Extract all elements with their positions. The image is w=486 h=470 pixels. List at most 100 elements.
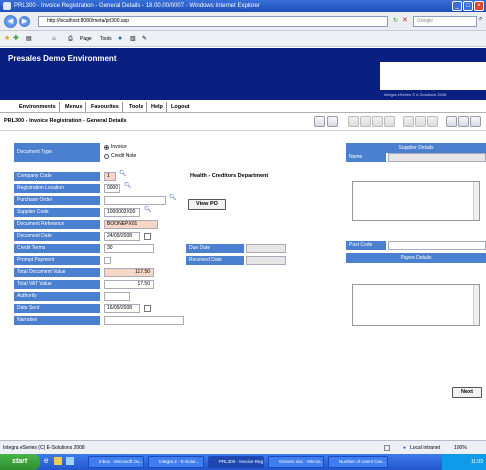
help-record-icon[interactable] <box>470 116 481 127</box>
window-title-bar: PRL300 - Invoice Registration - General … <box>0 0 486 12</box>
close-button[interactable]: × <box>474 1 484 11</box>
clock[interactable]: 11:09 <box>471 459 483 465</box>
search-input[interactable]: Google <box>413 16 477 27</box>
print-icon[interactable]: ⎙ <box>68 31 73 47</box>
registration-location-lookup-icon[interactable]: 🔍︎ <box>124 182 132 189</box>
tools-menu[interactable]: Tools <box>100 31 112 47</box>
supplier-name-input[interactable] <box>388 153 486 162</box>
date-sent-calendar-icon[interactable] <box>144 305 151 312</box>
window-title: PRL300 - Invoice Registration - General … <box>14 3 260 9</box>
search-icon[interactable]: ⌕ <box>479 16 482 23</box>
total-vat-value-label: Total VAT Value <box>14 280 100 289</box>
post-code-label: Post Code <box>346 241 386 250</box>
document-date-input[interactable]: 24/09/2008 <box>104 232 140 241</box>
stop-icon[interactable]: ✕ <box>402 16 408 24</box>
post-code-input[interactable] <box>388 241 486 250</box>
menu-menus[interactable]: Menus <box>62 102 87 112</box>
prompt-payment-checkbox[interactable] <box>104 257 111 264</box>
taskbar-item-excel[interactable]: Number of Users Con... <box>328 456 388 468</box>
radio-selected-icon <box>104 145 109 150</box>
url-input[interactable]: http://localhost:8080/meta/prl300.asp <box>38 16 388 27</box>
registration-location-input[interactable]: 0000 <box>104 184 120 193</box>
help-icon[interactable]: ● <box>118 31 122 47</box>
menu-logout[interactable]: Logout <box>168 102 193 112</box>
credit-terms-input[interactable]: 30 <box>104 244 154 253</box>
supplier-code-input[interactable]: 1000002X00 <box>104 208 140 217</box>
authority-input[interactable] <box>104 292 130 301</box>
tabs-icon[interactable]: ▤ <box>26 31 32 47</box>
taskbar-item-integra[interactable]: Integra 2 - E-Solut... <box>148 456 204 468</box>
taskbar-item-word[interactable]: Generic doc - Micros... <box>268 456 324 468</box>
search-record-icon[interactable] <box>446 116 457 127</box>
blog-icon[interactable]: ✎ <box>142 31 147 47</box>
favorites-star-icon[interactable]: ★ <box>4 31 10 47</box>
view-po-button[interactable]: View PO <box>188 199 226 210</box>
document-date-calendar-icon[interactable] <box>144 233 151 240</box>
taskbar-item-outlook[interactable]: Inbox - Microsoft Ou... <box>88 456 144 468</box>
menu-favourites[interactable]: Favourites <box>88 102 123 112</box>
menu-environments[interactable]: Environments <box>16 102 60 112</box>
received-date-input[interactable] <box>246 256 286 265</box>
address-bar: ◀ ▶ http://localhost:8080/meta/prl300.as… <box>0 12 486 31</box>
status-text: Integra eSeries (C) E-Solutions 2008 <box>3 445 85 451</box>
menu-tools[interactable]: Tools <box>126 102 148 112</box>
quicklaunch-folder-icon[interactable] <box>54 457 62 465</box>
document-reference-label: Document Reference <box>14 220 100 229</box>
home-icon[interactable]: ⌂ <box>52 31 56 47</box>
next-button[interactable]: Next <box>452 387 482 398</box>
supplier-details-header: Supplier Details <box>346 143 486 153</box>
date-sent-input[interactable]: 16/09/2008 <box>104 304 140 313</box>
purchase-order-lookup-icon[interactable]: 🔍︎ <box>169 194 177 201</box>
page-menu[interactable]: Page <box>80 31 92 47</box>
general-details-form: Document Type Invoice Credit Note Compan… <box>0 132 486 440</box>
maximize-button[interactable]: □ <box>463 1 473 11</box>
back-button[interactable]: ◀ <box>4 15 17 28</box>
forward-button[interactable]: ▶ <box>19 16 30 27</box>
authority-label: Authority <box>14 292 100 301</box>
delete-icon[interactable] <box>427 116 438 127</box>
zoom-level[interactable]: 100% <box>454 441 467 455</box>
research-icon[interactable]: ▥ <box>130 31 136 47</box>
minimize-button[interactable]: _ <box>452 1 462 11</box>
zone-text: Local intranet <box>410 445 441 451</box>
next-record-icon[interactable] <box>372 116 383 127</box>
last-record-icon[interactable] <box>384 116 395 127</box>
purchase-order-label: Purchase Order <box>14 196 100 205</box>
environment-title: Presales Demo Environment <box>8 54 117 63</box>
menu-help[interactable]: Help <box>148 102 167 112</box>
add-favorites-icon[interactable]: ✚ <box>13 31 19 47</box>
settings-icon[interactable] <box>327 116 338 127</box>
company-description: Health - Creditors Department <box>190 173 269 179</box>
narrative-input[interactable] <box>104 316 184 325</box>
company-code-input[interactable]: 1 <box>104 172 116 181</box>
refresh-icon[interactable]: ↻ <box>393 17 398 24</box>
supplier-address-scrollbar[interactable] <box>473 182 479 220</box>
invoice-radio[interactable]: Invoice <box>104 144 127 151</box>
payee-address-box[interactable] <box>352 284 480 326</box>
banner-copyright: Integra eSeries © e-Solutions 2008 <box>384 92 447 97</box>
quicklaunch-desktop-icon[interactable] <box>66 457 74 465</box>
company-code-lookup-icon[interactable]: 🔍︎ <box>119 170 127 177</box>
supplier-address-box[interactable] <box>352 181 480 221</box>
page-title: PRL300 - Invoice Registration - General … <box>4 118 127 124</box>
document-reference-input[interactable]: BOONEPX01 <box>104 220 158 229</box>
first-record-icon[interactable] <box>348 116 359 127</box>
due-date-input[interactable] <box>246 244 286 253</box>
total-document-value-input[interactable]: 117.50 <box>104 268 154 277</box>
supplier-name-label: Name <box>346 153 386 162</box>
intranet-zone-icon: ● <box>403 445 407 451</box>
save-icon[interactable] <box>415 116 426 127</box>
new-icon[interactable] <box>403 116 414 127</box>
company-code-label: Company Code <box>14 172 100 181</box>
prev-record-icon[interactable] <box>360 116 371 127</box>
total-vat-value-input[interactable]: 17.50 <box>104 280 154 289</box>
payee-address-scrollbar[interactable] <box>473 285 479 325</box>
quicklaunch-ie-icon[interactable]: e <box>44 456 48 465</box>
credit-note-radio[interactable]: Credit Note <box>104 153 136 160</box>
purchase-order-input[interactable] <box>104 196 166 205</box>
start-button[interactable]: start <box>0 454 40 470</box>
taskbar-item-prl300[interactable]: PRL300 - Invoice Reg... <box>208 456 264 468</box>
print-record-icon[interactable] <box>458 116 469 127</box>
record-icon[interactable] <box>314 116 325 127</box>
supplier-code-lookup-icon[interactable]: 🔍︎ <box>144 206 152 213</box>
